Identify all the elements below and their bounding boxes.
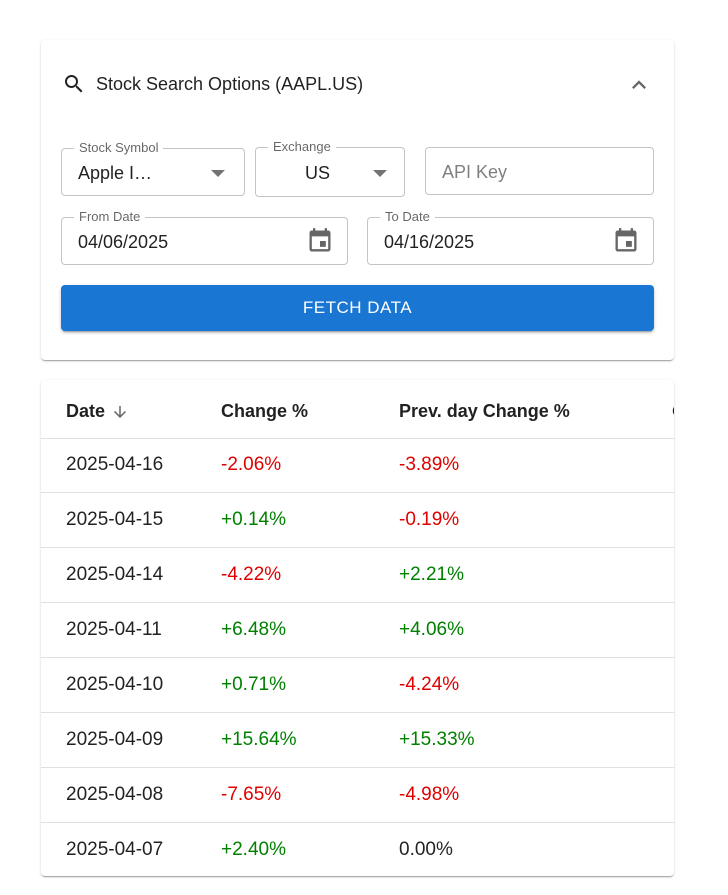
stock-symbol-value: Apple I… (78, 163, 153, 183)
from-date-field[interactable]: From Date 04/06/2025 (61, 209, 348, 265)
to-date-label: To Date (380, 209, 435, 225)
column-header-prev-change[interactable]: Prev. day Change % (399, 400, 570, 422)
table-row[interactable]: 2025-04-07 +2.40% 0.00% (41, 823, 674, 876)
cell-prev-change: -4.24% (399, 674, 460, 695)
table-row[interactable]: 2025-04-14 -4.22% +2.21% (41, 548, 674, 603)
cell-change: +15.64% (221, 729, 297, 750)
exchange-label: Exchange (268, 139, 336, 155)
fetch-data-button[interactable]: FETCH DATA (61, 285, 654, 331)
to-date-value: 04/16/2025 (384, 232, 475, 252)
cell-prev-change: -3.89% (399, 454, 460, 475)
calendar-icon[interactable] (612, 227, 640, 255)
cell-date: 2025-04-16 (66, 454, 164, 475)
cell-prev-change: -0.19% (399, 509, 460, 530)
cell-prev-change: -4.98% (399, 784, 460, 805)
to-date-field[interactable]: To Date 04/16/2025 (367, 209, 654, 265)
column-header-label: Date (66, 401, 106, 421)
cell-date: 2025-04-15 (66, 509, 164, 530)
cell-change: +2.40% (221, 839, 286, 860)
cell-date: 2025-04-09 (66, 729, 164, 750)
stock-symbol-label: Stock Symbol (74, 140, 164, 156)
from-date-value: 04/06/2025 (78, 232, 169, 252)
api-key-placeholder: API Key (442, 162, 508, 182)
arrow-drop-down-icon[interactable] (373, 170, 387, 177)
cell-change: +6.48% (221, 619, 286, 640)
cell-date: 2025-04-10 (66, 674, 164, 695)
search-icon (65, 75, 83, 93)
table-header: Date Change % Prev. day Change % c (41, 380, 674, 439)
table-row[interactable]: 2025-04-10 +0.71% -4.24% (41, 658, 674, 713)
search-options-header[interactable]: Stock Search Options (AAPL.US) (41, 40, 674, 126)
cell-change: -4.22% (221, 564, 282, 585)
cell-date: 2025-04-08 (66, 784, 164, 805)
cell-change: -2.06% (221, 454, 282, 475)
results-table: Date Change % Prev. day Change % c 2025-… (41, 380, 674, 876)
table-row[interactable]: 2025-04-08 -7.65% -4.98% (41, 768, 674, 823)
chevron-up-icon[interactable] (625, 71, 653, 99)
arrow-downward-icon[interactable] (111, 403, 129, 421)
stock-symbol-select[interactable]: Stock Symbol Apple I… (61, 140, 245, 196)
cell-prev-change: 0.00% (399, 839, 453, 860)
exchange-select[interactable]: Exchange US (255, 139, 405, 197)
cell-date: 2025-04-07 (66, 839, 164, 860)
table-row[interactable]: 2025-04-16 -2.06% -3.89% (41, 438, 674, 493)
column-header-truncated: c (672, 400, 674, 422)
arrow-drop-down-icon[interactable] (211, 170, 225, 177)
search-options-panel: Stock Search Options (AAPL.US) Stock Sym… (41, 40, 674, 360)
cell-prev-change: +2.21% (399, 564, 464, 585)
cell-change: +0.71% (221, 674, 286, 695)
from-date-label: From Date (74, 209, 146, 225)
cell-change: +0.14% (221, 509, 286, 530)
cell-change: -7.65% (221, 784, 282, 805)
cell-date: 2025-04-14 (66, 564, 164, 585)
panel-title: Stock Search Options (AAPL.US) (96, 74, 364, 94)
cell-prev-change: +4.06% (399, 619, 464, 640)
table-row[interactable]: 2025-04-11 +6.48% +4.06% (41, 603, 674, 658)
api-key-input[interactable]: API Key (425, 147, 654, 195)
column-header-change[interactable]: Change % (221, 400, 308, 422)
table-row[interactable]: 2025-04-09 +15.64% +15.33% (41, 713, 674, 768)
cell-prev-change: +15.33% (399, 729, 475, 750)
table-row[interactable]: 2025-04-15 +0.14% -0.19% (41, 493, 674, 548)
calendar-icon[interactable] (306, 227, 334, 255)
exchange-value: US (305, 163, 331, 183)
column-header-date[interactable]: Date (66, 400, 129, 422)
cell-date: 2025-04-11 (66, 619, 162, 640)
